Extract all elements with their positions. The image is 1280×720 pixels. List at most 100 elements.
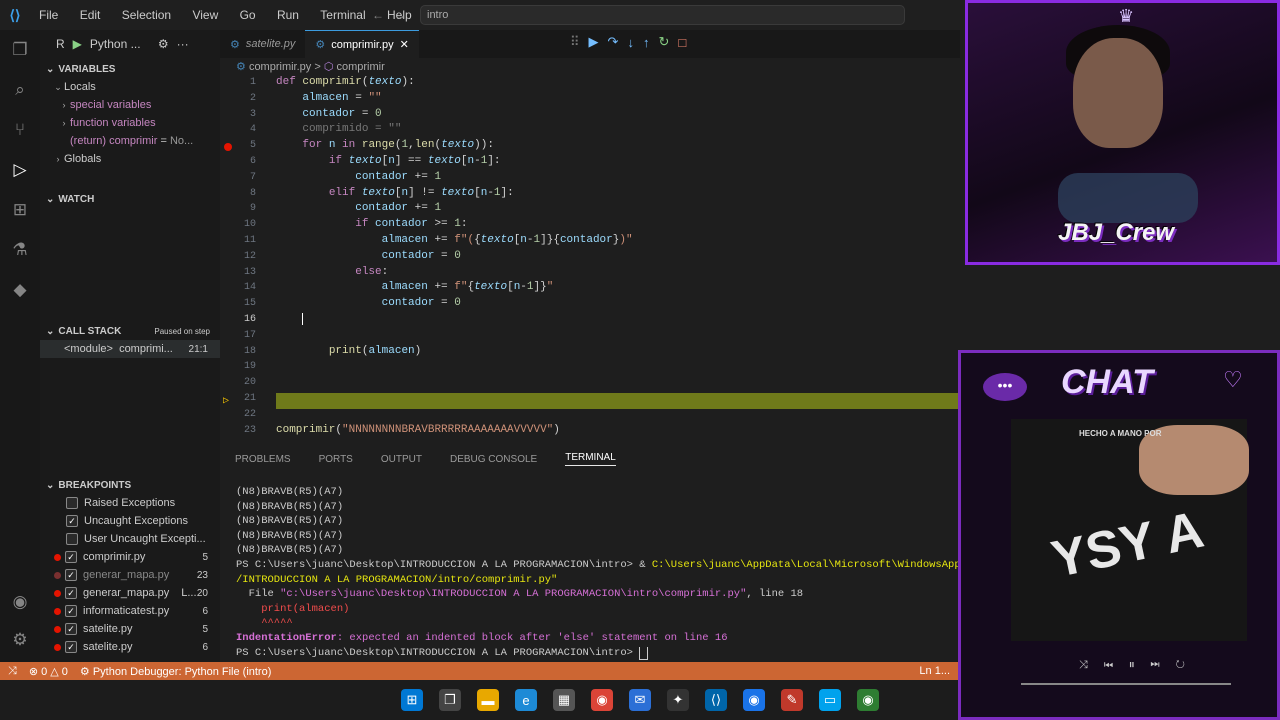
callstack-section-header[interactable]: ⌄ CALL STACK Paused on step (40, 322, 220, 340)
testing-icon[interactable]: ⚗ (10, 240, 30, 260)
stack-frame[interactable]: <module> comprimi... 21:1 (40, 340, 220, 358)
repeat-icon[interactable]: ↻ (1176, 659, 1201, 671)
terminal-output[interactable]: (N8)BRAVB(R5)(A7) (N8)BRAVB(R5)(A7) (N8)… (220, 486, 960, 662)
webcam-overlay: ♛ JBJ_Crew (965, 0, 1280, 265)
breadcrumb-file[interactable]: comprimir.py (249, 61, 311, 73)
continue-icon[interactable]: ▶ (589, 34, 599, 50)
menu-edit[interactable]: Edit (80, 8, 101, 22)
file-breakpoint[interactable]: ✓ satelite.py 5 (40, 620, 220, 638)
run-config-select[interactable]: Python ... (90, 37, 150, 51)
extensions-icon[interactable]: ⊞ (10, 200, 30, 220)
task-view-icon[interactable]: ❐ (439, 689, 461, 711)
mail-icon[interactable]: ✉ (629, 689, 651, 711)
store-icon[interactable]: ▦ (553, 689, 575, 711)
file-breakpoint[interactable]: ✓ informaticatest.py 6 (40, 602, 220, 620)
tab-output[interactable]: OUTPUT (381, 454, 422, 465)
cursor-position[interactable]: Ln 1... (919, 665, 950, 677)
debugger-status[interactable]: ⚙ Python Debugger: Python File (intro) (80, 665, 271, 678)
breakpoint-line: 5 (202, 623, 208, 635)
checkbox[interactable]: ✓ (65, 641, 77, 653)
run-debug-icon[interactable]: ▷ (10, 160, 30, 180)
python-icon[interactable]: ◆ (10, 280, 30, 300)
file-breakpoint[interactable]: ✓ satelite.py 6 (40, 638, 220, 656)
tab-debug-console[interactable]: DEBUG CONSOLE (450, 454, 537, 465)
file-explorer-icon[interactable]: ▬ (477, 689, 499, 711)
variables-section-header[interactable]: ⌄ VARIABLES (40, 60, 220, 78)
media-app-icon[interactable]: ✦ (667, 689, 689, 711)
vscode-taskbar-icon[interactable]: ⟨⟩ (705, 689, 727, 711)
watch-section-header[interactable]: ⌄ WATCH (40, 190, 220, 208)
source-control-icon[interactable]: ⑂ (10, 120, 30, 140)
tab-problems[interactable]: PROBLEMS (235, 454, 291, 465)
breadcrumb-symbol[interactable]: comprimir (337, 61, 385, 73)
explorer-icon[interactable]: ❐ (10, 40, 30, 60)
checkbox[interactable]: ✓ (65, 587, 77, 599)
start-menu-icon[interactable]: ⊞ (401, 689, 423, 711)
shuffle-icon[interactable]: ⤨ (1079, 659, 1104, 671)
remote-icon[interactable]: ⤨ (8, 665, 17, 678)
prompt-text: PS C:\Users\juanc\Desktop\INTRODUCCION A… (236, 646, 640, 659)
tab-ports[interactable]: PORTS (319, 454, 353, 465)
recording-app-icon[interactable]: ✎ (781, 689, 803, 711)
step-into-icon[interactable]: ↓ (627, 35, 634, 50)
chrome-alt-icon[interactable]: ◉ (857, 689, 879, 711)
start-debugging-icon[interactable]: ▶ (73, 37, 82, 51)
checkbox[interactable]: ✓ (65, 605, 77, 617)
debugger-label: Python Debugger: Python File (intro) (92, 665, 272, 678)
checkbox[interactable] (66, 533, 78, 545)
messaging-app-icon[interactable]: ▭ (819, 689, 841, 711)
exception-breakpoint[interactable]: ✓ Uncaught Exceptions (40, 512, 220, 530)
account-icon[interactable]: ◉ (10, 592, 30, 612)
tab-satelite[interactable]: ⚙ satelite.py (220, 30, 305, 58)
locals-scope[interactable]: ⌄ Locals (40, 78, 220, 96)
step-over-icon[interactable]: ↷ (608, 34, 619, 50)
line-number: 17 (243, 329, 256, 341)
menu-selection[interactable]: Selection (122, 8, 171, 22)
drag-handle-icon[interactable]: ⠿ (570, 34, 580, 50)
media-progress-bar[interactable] (1021, 683, 1231, 685)
chrome-profile-icon[interactable]: ◉ (743, 689, 765, 711)
problems-status[interactable]: ⊗ 0 △ 0 (29, 665, 68, 678)
menu-view[interactable]: View (192, 8, 218, 22)
file-breakpoint[interactable]: ✓ comprimir.py 5 (40, 548, 220, 566)
file-breakpoint[interactable]: ✓ generar_mapa.py 23 (40, 566, 220, 584)
variable-row[interactable]: › function variables (40, 114, 220, 132)
breakpoint-file: informaticatest.py (83, 605, 170, 617)
menu-run[interactable]: Run (277, 8, 299, 22)
globals-scope[interactable]: › Globals (40, 150, 220, 168)
breakpoints-section-header[interactable]: ⌄ BREAKPOINTS (40, 476, 220, 494)
checkbox[interactable]: ✓ (65, 623, 77, 635)
stop-icon[interactable]: □ (678, 35, 686, 50)
close-tab-icon[interactable]: ✕ (400, 38, 409, 51)
config-gear-icon[interactable]: ⚙ (158, 37, 169, 51)
checkbox[interactable]: ✓ (66, 515, 78, 527)
restart-icon[interactable]: ↻ (658, 34, 669, 50)
exception-breakpoint[interactable]: User Uncaught Excepti... (40, 530, 220, 548)
checkbox[interactable]: ✓ (65, 569, 77, 581)
breakpoint-file: comprimir.py (83, 551, 146, 563)
step-out-icon[interactable]: ↑ (643, 35, 650, 50)
more-actions-icon[interactable]: ··· (177, 37, 189, 51)
chrome-icon[interactable]: ◉ (591, 689, 613, 711)
exception-breakpoint[interactable]: Raised Exceptions (40, 494, 220, 512)
code-editor[interactable]: ▷ 1 2 3 4 5 6 7 8 9 10 11 12 13 14 15 16 17 18 19 20 21 22 23 … (220, 76, 960, 444)
menu-terminal[interactable]: Terminal (320, 8, 365, 22)
menu-go[interactable]: Go (240, 8, 256, 22)
file-breakpoint[interactable]: ✓ generar_mapa.py L... 20 (40, 584, 220, 602)
forward-arrow-icon[interactable]: → (394, 8, 416, 22)
pause-icon[interactable]: ⏸ (1129, 659, 1151, 671)
previous-icon[interactable]: ⏮ (1104, 659, 1129, 671)
back-arrow-icon[interactable]: ← (372, 8, 394, 22)
settings-gear-icon[interactable]: ⚙ (10, 630, 30, 650)
menu-file[interactable]: File (39, 8, 58, 22)
variable-row[interactable]: › special variables (40, 96, 220, 114)
checkbox[interactable] (66, 497, 78, 509)
search-icon[interactable]: ⌕ (10, 80, 30, 100)
checkbox[interactable]: ✓ (65, 551, 77, 563)
edge-browser-icon[interactable]: e (515, 689, 537, 711)
next-icon[interactable]: ⏭ (1150, 659, 1175, 671)
tab-terminal[interactable]: TERMINAL (565, 452, 616, 466)
return-variable-row[interactable]: (return) comprimir = No... (40, 132, 220, 150)
command-center-search[interactable]: intro (420, 5, 905, 25)
tab-comprimir[interactable]: ⚙ comprimir.py ✕ (305, 30, 419, 58)
